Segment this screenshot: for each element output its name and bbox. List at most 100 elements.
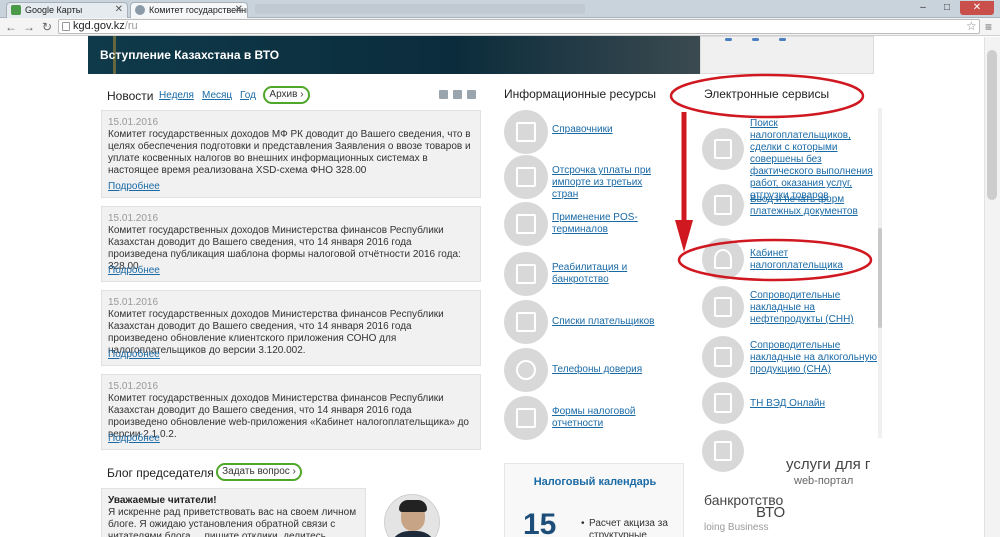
eservice-link-tnved[interactable]: ТН ВЭД Онлайн (750, 398, 878, 410)
bottle-icon (702, 336, 744, 378)
news-date: 15.01.2016 (108, 297, 159, 308)
maximize-button[interactable]: □ (936, 1, 958, 15)
promo-doing-business[interactable]: loing Business (704, 522, 768, 533)
info-link-bankruptcy[interactable]: Реабилитация и банкротство (552, 262, 662, 286)
printer-icon (702, 184, 744, 226)
tab-kgd[interactable]: Комитет государственны ✕ (130, 2, 248, 18)
banner-title: Вступление Казахстана в ВТО (100, 48, 280, 62)
chairman-avatar[interactable] (384, 494, 440, 537)
read-more-link[interactable]: Подробнее (108, 265, 160, 276)
eservice-link-snn[interactable]: Сопроводительные накладные на нефтепроду… (750, 290, 878, 326)
back-arrow-icon[interactable]: ← (4, 19, 18, 35)
news-date: 15.01.2016 (108, 117, 159, 128)
ask-question-button[interactable]: Задать вопрос › (216, 463, 302, 481)
news-tab-week[interactable]: Неделя (159, 90, 194, 101)
browser-tab-strip: Google Карты ✕ Комитет государственны ✕ … (0, 0, 1000, 18)
social-icon[interactable] (725, 38, 732, 41)
eservices-heading: Электронные сервисы (704, 87, 830, 101)
news-item: 15.01.2016 Комитет государственных доход… (101, 374, 481, 450)
header-side-panel (700, 36, 874, 74)
binders-icon (504, 155, 548, 199)
search-document-icon (702, 128, 744, 170)
image-view-icon[interactable] (439, 90, 448, 99)
info-link-deferral[interactable]: Отсрочка уплаты при импорте из третьих с… (552, 165, 662, 201)
avatar-hair (399, 500, 427, 512)
news-item: 15.01.2016 Комитет государственных доход… (101, 206, 481, 282)
pos-terminal-icon (504, 202, 548, 246)
info-link-pos[interactable]: Применение POS-терминалов (552, 212, 662, 236)
info-link-hotlines[interactable]: Телефоны доверия (552, 364, 662, 376)
news-tab-year[interactable]: Год (240, 90, 256, 101)
list-view-icon[interactable] (453, 90, 462, 99)
eservice-link-taxpayer-cabinet[interactable]: Кабинет налогоплательщика (750, 248, 878, 272)
binders-icon (504, 110, 548, 154)
eservices-scroll-thumb[interactable] (878, 228, 882, 328)
news-text: Комитет государственных доходов Министер… (108, 393, 469, 440)
social-icon[interactable] (779, 38, 786, 41)
forward-arrow-icon[interactable]: → (22, 19, 36, 35)
tab-google-maps[interactable]: Google Карты ✕ (6, 2, 128, 18)
close-window-button[interactable]: ✕ (960, 1, 994, 15)
news-heading: Новости (107, 89, 154, 103)
maps-favicon-icon (11, 5, 21, 15)
url-path: /ru (124, 20, 138, 32)
bullet-icon: • (581, 518, 585, 529)
archive-label: Архив (269, 89, 298, 100)
menu-icon[interactable]: ≡ (985, 20, 992, 34)
read-more-link[interactable]: Подробнее (108, 433, 160, 444)
tax-calendar: Налоговый календарь 15 • Расчет акциза за… (504, 463, 684, 537)
news-item: 15.01.2016 Комитет государственных доход… (101, 290, 481, 366)
eservice-link-search[interactable]: Поиск налогоплательщиков, сделки с котор… (750, 118, 878, 202)
eservice-link-sna[interactable]: Сопроводительные накладные на алкогольну… (750, 340, 878, 376)
info-link-payer-lists[interactable]: Списки плательщиков (552, 316, 662, 328)
kgd-favicon-icon (135, 5, 145, 15)
read-more-link[interactable]: Подробнее (108, 181, 160, 192)
user-icon (702, 238, 744, 280)
documents-icon (504, 300, 548, 344)
archive-button[interactable]: Архив › (263, 86, 310, 104)
news-text: Комитет государственных доходов Министер… (108, 309, 444, 356)
oil-pump-icon (702, 286, 744, 328)
blog-greeting: Уважаемые читатели! (108, 495, 217, 506)
page-scroll-thumb[interactable] (987, 50, 997, 200)
wto-banner[interactable]: Вступление Казахстана в ВТО (88, 36, 700, 74)
annotation-arrow-head (675, 220, 693, 252)
address-bar: ← → ↻ kgd.gov.kz/ru ☆ ≡ (0, 18, 1000, 36)
eservice-link-payment-forms[interactable]: Ввод и печать форм платежных документов (750, 194, 878, 218)
blog-title: Блог председателя (107, 466, 214, 480)
service-icon (702, 430, 744, 472)
calendar-day: 15 (523, 508, 557, 537)
read-more-link[interactable]: Подробнее (108, 349, 160, 360)
info-link-directories[interactable]: Справочники (552, 124, 662, 136)
ask-label: Задать вопрос (222, 466, 290, 477)
news-date: 15.01.2016 (108, 213, 159, 224)
chart-icon (504, 252, 548, 296)
close-icon[interactable]: ✕ (235, 3, 243, 17)
promo-wto[interactable]: ВТО (756, 504, 785, 521)
blurred-tab-area (255, 4, 585, 14)
phone-icon (504, 348, 548, 392)
social-icon[interactable] (752, 38, 759, 41)
calendar-item-text: Расчет акциза за структурные (589, 518, 668, 537)
grid-view-icon[interactable] (467, 90, 476, 99)
url-domain: kgd.gov.kz (73, 20, 125, 32)
avatar-suit (389, 531, 437, 537)
minimize-button[interactable]: – (912, 1, 934, 15)
news-text: Комитет государственных доходов МФ РК до… (108, 129, 471, 176)
tab-title: Комитет государственны (149, 5, 248, 15)
info-link-report-forms[interactable]: Формы налоговой отчетности (552, 406, 662, 430)
promo-services[interactable]: услуги для г (786, 456, 870, 473)
promo-portal[interactable]: web-портал (794, 475, 853, 487)
news-item: 15.01.2016 Комитет государственных доход… (101, 110, 481, 198)
reload-icon[interactable]: ↻ (40, 19, 54, 35)
tab-title: Google Карты (25, 5, 83, 15)
news-tab-month[interactable]: Месяц (202, 90, 232, 101)
blog-preview: Уважаемые читатели! Я искренне рад приве… (101, 488, 366, 537)
bookmark-star-icon[interactable]: ☆ (966, 19, 977, 33)
calendar-title: Налоговый календарь (533, 476, 657, 488)
close-icon[interactable]: ✕ (115, 3, 123, 17)
calendar-item[interactable]: • Расчет акциза за структурные (581, 518, 683, 537)
news-date: 15.01.2016 (108, 381, 159, 392)
binders-icon (702, 382, 744, 424)
url-input[interactable]: kgd.gov.kz/ru (58, 19, 980, 34)
